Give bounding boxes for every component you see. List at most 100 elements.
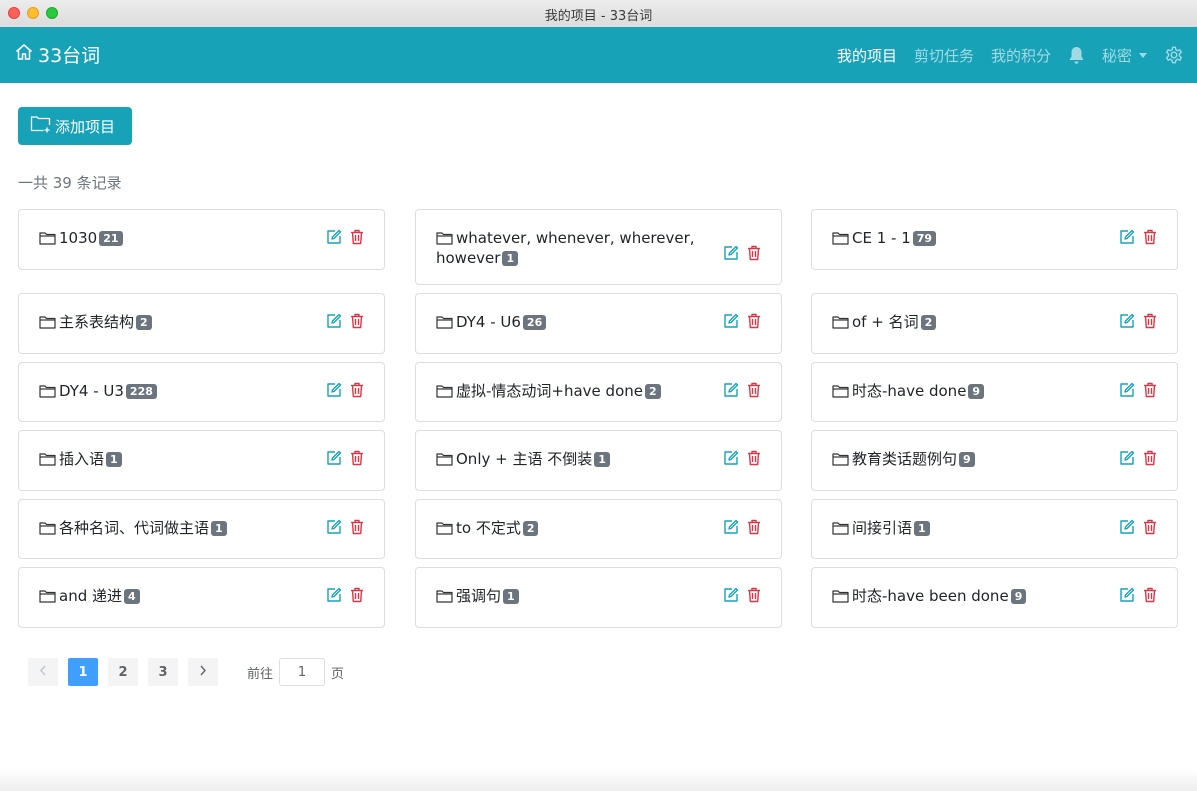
edit-icon[interactable] xyxy=(723,382,739,398)
project-title[interactable]: of + 名词 2 xyxy=(832,313,1122,333)
project-title[interactable]: 强调句 1 xyxy=(436,587,726,607)
trash-icon[interactable] xyxy=(747,587,761,603)
folder-icon xyxy=(39,521,56,539)
project-title[interactable]: 插入语 1 xyxy=(39,450,329,470)
project-title[interactable]: Only + 主语 不倒装 1 xyxy=(436,450,726,470)
chevron-right-icon xyxy=(199,665,207,680)
project-card[interactable]: of + 名词 2 xyxy=(811,293,1178,354)
edit-icon[interactable] xyxy=(326,382,342,398)
project-title[interactable]: 主系表结构 2 xyxy=(39,313,329,333)
project-title[interactable]: 时态-have done 9 xyxy=(832,382,1122,402)
trash-icon[interactable] xyxy=(1143,229,1157,245)
project-card[interactable]: 时态-have done 9 xyxy=(811,362,1178,422)
trash-icon[interactable] xyxy=(1143,519,1157,535)
edit-icon[interactable] xyxy=(326,313,342,329)
edit-icon[interactable] xyxy=(326,450,342,466)
project-card[interactable]: 教育类话题例句 9 xyxy=(811,430,1178,491)
project-card[interactable]: DY4 - U6 26 xyxy=(415,293,782,354)
project-title[interactable]: whatever, whenever, wherever, however 1 xyxy=(436,229,741,267)
project-name: 插入语 xyxy=(59,450,105,468)
trash-icon[interactable] xyxy=(350,229,364,245)
trash-icon[interactable] xyxy=(747,519,761,535)
trash-icon[interactable] xyxy=(1143,450,1157,466)
trash-icon[interactable] xyxy=(747,382,761,398)
edit-icon[interactable] xyxy=(1119,587,1135,603)
edit-icon[interactable] xyxy=(1119,519,1135,535)
trash-icon[interactable] xyxy=(747,313,761,329)
project-title[interactable]: CE 1 - 1 79 xyxy=(832,229,1122,249)
project-card[interactable]: 时态-have been done 9 xyxy=(811,567,1178,628)
edit-icon[interactable] xyxy=(1119,450,1135,466)
trash-icon[interactable] xyxy=(1143,382,1157,398)
add-project-button[interactable]: 添加项目 xyxy=(18,107,132,145)
edit-icon[interactable] xyxy=(1119,229,1135,245)
edit-icon[interactable] xyxy=(326,587,342,603)
folder-icon xyxy=(832,589,849,607)
project-card[interactable]: 各种名词、代词做主语 1 xyxy=(18,499,385,559)
project-card[interactable]: and 递进 4 xyxy=(18,567,385,628)
trash-icon[interactable] xyxy=(1143,587,1157,603)
trash-icon[interactable] xyxy=(350,519,364,535)
trash-icon[interactable] xyxy=(747,450,761,466)
nav-my-projects[interactable]: 我的项目 xyxy=(837,45,897,66)
project-card[interactable]: 插入语 1 xyxy=(18,430,385,491)
project-title[interactable]: 间接引语 1 xyxy=(832,519,1122,539)
project-card[interactable]: 主系表结构 2 xyxy=(18,293,385,354)
edit-icon[interactable] xyxy=(1119,313,1135,329)
project-card[interactable]: CE 1 - 1 79 xyxy=(811,209,1178,270)
project-title[interactable]: 各种名词、代词做主语 1 xyxy=(39,519,329,539)
page-button-3[interactable]: 3 xyxy=(148,658,178,686)
project-title[interactable]: 虚拟-情态动词+have done 2 xyxy=(436,382,726,402)
card-actions xyxy=(1119,519,1157,535)
project-card[interactable]: 虚拟-情态动词+have done 2 xyxy=(415,362,782,422)
edit-icon[interactable] xyxy=(1119,382,1135,398)
edit-icon[interactable] xyxy=(723,587,739,603)
nav-cut-tasks[interactable]: 剪切任务 xyxy=(914,45,974,66)
project-card[interactable]: 强调句 1 xyxy=(415,567,782,628)
project-count-badge: 21 xyxy=(99,231,123,246)
project-title[interactable]: 1030 21 xyxy=(39,229,329,249)
nav-my-points[interactable]: 我的积分 xyxy=(991,45,1051,66)
project-name: Only + 主语 不倒装 xyxy=(456,450,593,468)
project-card[interactable]: 1030 21 xyxy=(18,209,385,270)
goto-page-input[interactable] xyxy=(279,658,326,686)
edit-icon[interactable] xyxy=(723,450,739,466)
card-actions xyxy=(326,587,364,603)
page-button-1[interactable]: 1 xyxy=(68,658,98,686)
project-title[interactable]: 教育类话题例句 9 xyxy=(832,450,1122,470)
edit-icon[interactable] xyxy=(723,313,739,329)
user-menu-dropdown[interactable]: 秘密 xyxy=(1102,45,1147,66)
project-title[interactable]: to 不定式 2 xyxy=(436,519,726,539)
gear-icon[interactable] xyxy=(1164,45,1184,65)
trash-icon[interactable] xyxy=(350,313,364,329)
edit-icon[interactable] xyxy=(326,229,342,245)
project-card[interactable]: 间接引语 1 xyxy=(811,499,1178,559)
bell-icon[interactable] xyxy=(1068,46,1085,65)
brand-link[interactable]: 33台词 xyxy=(14,41,100,68)
project-title[interactable]: DY4 - U3 228 xyxy=(39,382,329,402)
project-title[interactable]: and 递进 4 xyxy=(39,587,329,607)
project-card[interactable]: DY4 - U3 228 xyxy=(18,362,385,422)
edit-icon[interactable] xyxy=(723,245,739,261)
trash-icon[interactable] xyxy=(350,382,364,398)
project-title[interactable]: DY4 - U6 26 xyxy=(436,313,726,333)
project-count-badge: 26 xyxy=(522,315,547,330)
page-jumper: 前往 页 xyxy=(247,658,344,686)
next-page-button[interactable] xyxy=(188,658,218,686)
project-count-badge: 79 xyxy=(912,231,937,246)
prev-page-button[interactable] xyxy=(28,658,58,686)
trash-icon[interactable] xyxy=(350,587,364,603)
project-title[interactable]: 时态-have been done 9 xyxy=(832,587,1122,607)
project-card[interactable]: to 不定式 2 xyxy=(415,499,782,559)
trash-icon[interactable] xyxy=(350,450,364,466)
project-card[interactable]: whatever, whenever, wherever, however 1 xyxy=(415,209,782,285)
page-button-2[interactable]: 2 xyxy=(108,658,138,686)
card-actions xyxy=(326,229,364,245)
edit-icon[interactable] xyxy=(723,519,739,535)
trash-icon[interactable] xyxy=(1143,313,1157,329)
project-count-badge: 1 xyxy=(211,521,227,536)
card-actions xyxy=(1119,313,1157,329)
edit-icon[interactable] xyxy=(326,519,342,535)
trash-icon[interactable] xyxy=(747,245,761,261)
project-card[interactable]: Only + 主语 不倒装 1 xyxy=(415,430,782,491)
